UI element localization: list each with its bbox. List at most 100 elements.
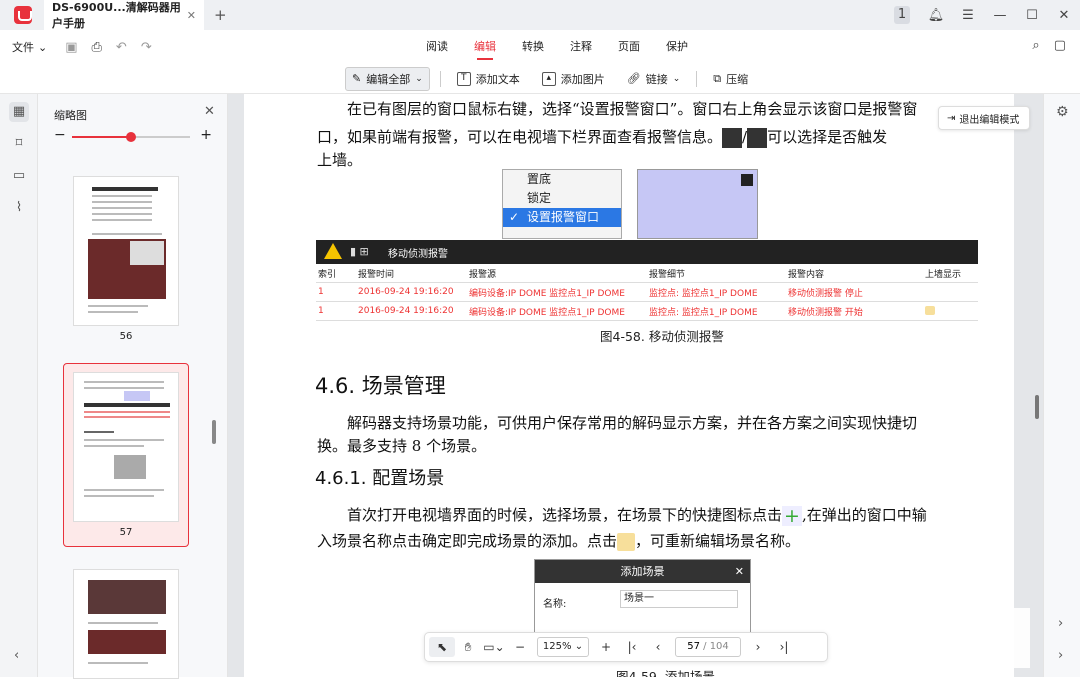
- thumbnail-zoom-slider[interactable]: − +: [54, 127, 212, 144]
- paragraph-line[interactable]: 换。最多支持 8 个场景。: [317, 435, 486, 456]
- settings-sliders-icon[interactable]: ⚙: [1056, 104, 1069, 120]
- table-header: 报警源: [469, 269, 497, 280]
- thumbnail-label-57: 57: [119, 527, 133, 538]
- tab-edit[interactable]: 编辑: [461, 30, 509, 64]
- alarm-toolbar-icons: ▮ ⊞: [350, 245, 369, 258]
- page-count-badge: 1: [894, 6, 910, 24]
- hand-icon[interactable]: ✋︎: [455, 640, 481, 655]
- thumbnail-page-58[interactable]: [73, 569, 179, 679]
- page-separator: /: [703, 641, 707, 652]
- zoom-in-button[interactable]: +: [593, 640, 619, 654]
- ctx-item-lock: 锁定: [527, 191, 552, 205]
- print-icon[interactable]: ⎙: [92, 40, 102, 55]
- tab-read[interactable]: 阅读: [413, 30, 461, 64]
- add-image-label: 添加图片: [560, 72, 605, 86]
- zoom-out-button[interactable]: −: [507, 640, 533, 654]
- paragraph-line[interactable]: 解码器支持场景功能，可供用户保存常用的解码显示方案，并在各方案之间实现快捷切: [347, 412, 917, 433]
- tab-annotate[interactable]: 注释: [557, 30, 605, 64]
- last-page-icon[interactable]: ›|: [771, 640, 797, 654]
- page-mode-icon[interactable]: ▭⌄: [481, 640, 507, 654]
- paragraph-text: ，可重新编辑场景名称。: [635, 532, 801, 550]
- attachment-icon[interactable]: ⌇: [9, 198, 29, 218]
- bookmark-icon[interactable]: ⌑: [9, 134, 29, 154]
- prev-page-icon[interactable]: ‹: [645, 640, 671, 654]
- current-page: 57: [687, 641, 700, 652]
- search-icon[interactable]: ⌕: [1032, 38, 1039, 53]
- edit-scene-icon: [617, 533, 636, 551]
- redo-icon[interactable]: ↷: [141, 40, 152, 55]
- save-icon[interactable]: ▣: [65, 40, 77, 55]
- document-scrollbar[interactable]: [1035, 395, 1039, 419]
- compress-label: 压缩: [726, 72, 749, 86]
- table-header: 索引: [318, 269, 337, 280]
- tab-page[interactable]: 页面: [605, 30, 653, 64]
- table-header: 报警时间: [358, 269, 395, 280]
- table-header: 报警内容: [788, 269, 825, 280]
- add-text-button[interactable]: T 添加文本: [451, 67, 526, 91]
- figure-caption[interactable]: 图4-58. 移动侦测报警: [600, 326, 724, 345]
- alarm-window-preview: [637, 169, 758, 239]
- warning-icon: [324, 243, 342, 259]
- edit-all-button[interactable]: ✎ 编辑全部 ⌄: [345, 66, 430, 91]
- collapse-left-icon[interactable]: ‹: [14, 648, 19, 663]
- paragraph-line[interactable]: 上墙。: [317, 149, 362, 170]
- page-input[interactable]: 57 / 104: [675, 637, 741, 657]
- ctx-item-alarm-window: 设置报警窗口: [503, 208, 621, 227]
- new-tab-button[interactable]: +: [214, 6, 227, 24]
- expand-right-icon[interactable]: ›: [1058, 648, 1063, 663]
- menu-icon[interactable]: ☰: [952, 8, 984, 23]
- paragraph-text: 入场景名称点击确定即完成场景的添加。点击: [317, 532, 618, 550]
- chevron-down-icon: ⌄: [672, 73, 681, 84]
- thumbnail-scrollbar[interactable]: [212, 420, 216, 444]
- add-image-button[interactable]: ▴ 添加图片: [536, 67, 611, 91]
- paragraph-line[interactable]: 入场景名称点击确定即完成场景的添加。点击 ，可重新编辑场景名称。: [317, 530, 800, 551]
- paragraph-text: 口，如果前端有报警，可以在电视墙下栏界面查看报警信息。: [317, 128, 723, 146]
- first-page-icon[interactable]: |‹: [619, 640, 645, 654]
- table-cell: 1: [318, 287, 324, 297]
- paragraph-line[interactable]: 口，如果前端有报警，可以在电视墙下栏界面查看报警信息。 / 可以选择是否触发: [317, 126, 887, 148]
- select-cursor-icon[interactable]: ⬉: [429, 637, 455, 657]
- table-cell: 监控点: 监控点1_IP DOME: [649, 288, 758, 299]
- zoom-select[interactable]: 125% ⌄: [537, 637, 589, 657]
- bell-icon[interactable]: 🔔︎: [920, 8, 952, 23]
- menu-bar: 文件 ⌄ ▣ ⎙ ↶ ↷ 阅读 编辑 转换 注释 页面 保护 ⌕ ▢: [0, 30, 1080, 64]
- close-window-icon[interactable]: ✕: [1048, 8, 1080, 23]
- minimize-icon[interactable]: —: [984, 8, 1016, 23]
- document-tab[interactable]: DS-6900U...清解码器用户手册 ✕: [44, 0, 204, 30]
- thumbnail-panel-title: 缩略图: [54, 109, 87, 122]
- paragraph-line[interactable]: 首次打开电视墙界面的时候，选择场景，在场景下的快捷图标点击 + ,在弹出的窗口中输: [347, 504, 927, 526]
- chevron-down-icon: ⌄: [38, 40, 48, 54]
- tab-protect[interactable]: 保护: [653, 30, 701, 64]
- zoom-in-icon[interactable]: +: [200, 127, 212, 143]
- dialog-label: 名称:: [543, 599, 567, 610]
- thumbnail-page-56[interactable]: [73, 176, 179, 326]
- next-page-icon[interactable]: ›: [745, 640, 771, 654]
- compress-button[interactable]: ⧉ 压缩: [707, 67, 754, 91]
- exit-edit-mode-label: 退出编辑模式: [959, 114, 1020, 126]
- alarm-title: 移动侦测报警: [388, 249, 448, 260]
- tab-convert[interactable]: 转换: [509, 30, 557, 64]
- exit-edit-mode-button[interactable]: ⇥ 退出编辑模式: [938, 106, 1030, 130]
- section-heading[interactable]: 4.6. 场景管理: [315, 370, 446, 400]
- table-cell: [923, 306, 978, 316]
- slider-handle[interactable]: [126, 132, 136, 142]
- zoom-out-icon[interactable]: −: [54, 127, 66, 143]
- document-viewport: 在已有图层的窗口鼠标右键，选择“设置报警窗口”。窗口右上角会显示该窗口是报警窗 …: [228, 94, 1043, 677]
- subsection-heading[interactable]: 4.6.1. 配置场景: [315, 464, 444, 490]
- link-button[interactable]: 🔗︎ 链接 ⌄: [621, 67, 687, 91]
- tab-close-icon[interactable]: ✕: [187, 9, 196, 22]
- collapse-right-icon[interactable]: ›: [1058, 616, 1063, 631]
- edit-all-label: 编辑全部: [366, 72, 411, 86]
- comment-icon[interactable]: ▭: [9, 166, 29, 186]
- thumbnails-icon[interactable]: ▦: [9, 102, 29, 122]
- alarm-table: 索引 报警时间 报警源 报警细节 报警内容 上墙显示 1 2016-09-24 …: [316, 264, 978, 321]
- paragraph-line[interactable]: 在已有图层的窗口鼠标右键，选择“设置报警窗口”。窗口右上角会显示该窗口是报警窗: [347, 98, 917, 119]
- close-icon[interactable]: ✕: [204, 104, 215, 119]
- bottom-page-toolbar: ⬉ ✋︎ ▭⌄ − 125% ⌄ + |‹ ‹ 57 / 104 › ›|: [424, 632, 828, 662]
- undo-icon[interactable]: ↶: [116, 40, 127, 55]
- thumbnail-page-57[interactable]: [73, 372, 179, 522]
- maximize-icon[interactable]: ☐: [1016, 8, 1048, 23]
- figure-caption[interactable]: 图4-59. 添加场景: [616, 666, 715, 677]
- file-menu[interactable]: 文件 ⌄: [12, 39, 47, 55]
- chat-icon[interactable]: ▢: [1054, 38, 1066, 53]
